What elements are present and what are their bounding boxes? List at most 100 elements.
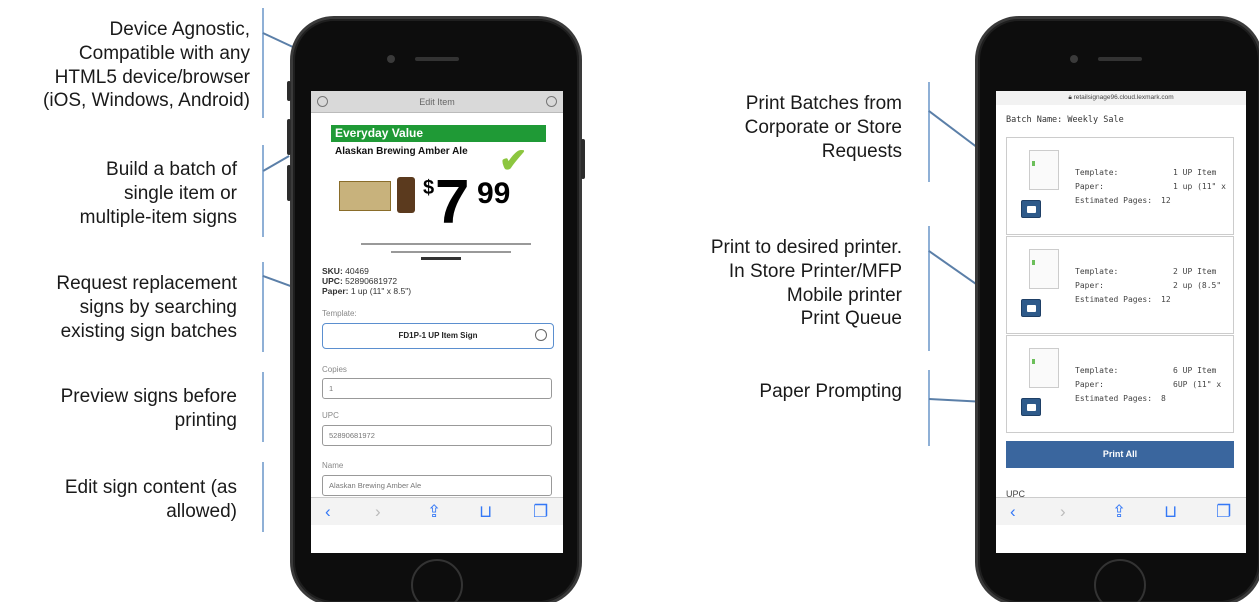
marketing-diagram: Device Agnostic, Compatible with any HTM… xyxy=(0,0,1259,602)
print-icon[interactable] xyxy=(1021,299,1041,317)
volume-down-button xyxy=(287,165,291,201)
copies-label: Copies xyxy=(322,365,347,374)
edit-item-navbar: Edit Item xyxy=(311,91,563,113)
paper-value: 1 up (11" x xyxy=(1173,182,1226,191)
sign-fineprint xyxy=(391,251,511,253)
pages-value: 12 xyxy=(1161,196,1171,205)
volume-up-button xyxy=(287,119,291,155)
leader-line xyxy=(262,155,290,172)
back-icon[interactable]: ‹ xyxy=(325,502,331,522)
tabs-icon[interactable]: ❐ xyxy=(533,502,548,522)
sku-label: SKU: xyxy=(322,266,343,276)
pages-value: 8 xyxy=(1161,394,1166,403)
template-thumbnail xyxy=(1029,150,1059,190)
chevron-down-icon xyxy=(535,329,547,341)
pages-value: 12 xyxy=(1161,295,1171,304)
callout-paper-prompting: Paper Prompting xyxy=(759,381,902,402)
tabs-icon[interactable]: ❐ xyxy=(1216,502,1231,522)
paper-key: Paper: xyxy=(1075,182,1104,191)
template-value: 1 UP Item xyxy=(1173,168,1217,177)
pages-key: Estimated Pages: xyxy=(1075,196,1153,205)
safari-toolbar: ‹ › ⇪ ⊔ ❐ xyxy=(311,497,563,525)
power-button xyxy=(581,139,585,179)
share-icon[interactable]: ⇪ xyxy=(427,502,441,522)
callout-device-agnostic: Device Agnostic, Compatible with any HTM… xyxy=(43,19,250,112)
checkmark-icon: ✔ xyxy=(499,142,528,180)
callout-bracket-8 xyxy=(928,370,930,446)
paper-value: 6UP (11" x xyxy=(1173,380,1222,389)
navbar-title: Edit Item xyxy=(419,97,455,107)
upc-field[interactable]: 52890681972 xyxy=(322,425,552,446)
left-screen: Edit Item Everyday Value Alaskan Brewing… xyxy=(311,91,563,553)
print-icon[interactable] xyxy=(1021,200,1041,218)
print-all-button[interactable]: Print All xyxy=(1006,441,1234,468)
name-field[interactable]: Alaskan Brewing Amber Ale xyxy=(322,475,552,496)
template-thumbnail xyxy=(1029,249,1059,289)
template-thumbnail xyxy=(1029,348,1059,388)
leader-line xyxy=(262,32,295,48)
batch-card: Template: 2 UP Item Paper: 2 up (8.5" Es… xyxy=(1006,236,1234,334)
back-icon[interactable]: ‹ xyxy=(1010,502,1016,522)
beer-bottle-image xyxy=(397,177,415,213)
home-button[interactable] xyxy=(1094,559,1146,602)
sign-barcode xyxy=(421,257,461,260)
forward-icon[interactable]: › xyxy=(1060,502,1066,522)
forward-icon[interactable]: › xyxy=(375,502,381,522)
template-label: Template: xyxy=(322,309,357,318)
sign-preview: Everyday Value Alaskan Brewing Amber Ale… xyxy=(331,125,556,265)
home-button[interactable] xyxy=(411,559,463,602)
share-icon[interactable]: ⇪ xyxy=(1112,502,1126,522)
item-details: SKU: 40469 UPC: 52890681972 Paper: 1 up … xyxy=(322,266,412,296)
callout-build-batch: Build a batch of single item or multiple… xyxy=(79,159,237,228)
sign-fineprint xyxy=(361,243,531,245)
callout-print-to-printer: Print to desired printer. In Store Print… xyxy=(710,237,902,330)
callout-request-replacement: Request replacement signs by searching e… xyxy=(56,273,237,342)
batch-name: Batch Name: Weekly Sale xyxy=(1006,115,1124,125)
bookmarks-icon[interactable]: ⊔ xyxy=(1164,502,1177,522)
template-key: Template: xyxy=(1075,366,1119,375)
callout-bracket-1 xyxy=(262,8,264,118)
url-bar[interactable]: 🔒︎ retailsignage96.cloud.lexmark.com xyxy=(996,91,1246,105)
sign-price-cents: 99 xyxy=(477,177,511,210)
mute-switch xyxy=(287,81,291,101)
back-circle-icon[interactable] xyxy=(317,96,328,107)
close-circle-icon[interactable] xyxy=(546,96,557,107)
speaker-grille xyxy=(415,57,459,61)
left-phone: Edit Item Everyday Value Alaskan Brewing… xyxy=(287,16,585,602)
sign-price-whole: 7 xyxy=(435,168,470,237)
paper-label: Paper: xyxy=(322,285,349,296)
batch-card: Template: 1 UP Item Paper: 1 up (11" x E… xyxy=(1006,137,1234,235)
sign-dollar-sign: $ xyxy=(423,177,435,199)
callout-bracket-4 xyxy=(262,372,264,442)
template-select[interactable]: FD1P-1 UP Item Sign xyxy=(322,323,554,349)
copies-field[interactable]: 1 xyxy=(322,378,552,399)
front-camera-icon xyxy=(387,55,395,63)
callout-bracket-5 xyxy=(262,462,264,532)
callout-bracket-2 xyxy=(262,145,264,237)
bookmarks-icon[interactable]: ⊔ xyxy=(479,502,492,522)
paper-value: 2 up (8.5" xyxy=(1173,281,1222,290)
right-screen: 🔒︎ retailsignage96.cloud.lexmark.com Bat… xyxy=(996,91,1246,553)
name-field-label: Name xyxy=(322,461,344,470)
beer-case-image xyxy=(339,181,391,211)
sign-product-name: Alaskan Brewing Amber Ale xyxy=(335,146,468,157)
leader-line xyxy=(928,110,979,149)
callout-bracket-7 xyxy=(928,226,930,351)
print-icon[interactable] xyxy=(1021,398,1041,416)
upc-field-label: UPC xyxy=(322,411,339,420)
front-camera-icon xyxy=(1070,55,1078,63)
sku-value: 40469 xyxy=(345,266,369,276)
pages-key: Estimated Pages: xyxy=(1075,295,1153,304)
paper-key: Paper: xyxy=(1075,281,1104,290)
template-key: Template: xyxy=(1075,168,1119,177)
url-text: retailsignage96.cloud.lexmark.com xyxy=(1073,94,1174,101)
right-phone: 🔒︎ retailsignage96.cloud.lexmark.com Bat… xyxy=(975,16,1259,602)
pages-key: Estimated Pages: xyxy=(1075,394,1153,403)
template-select-value: FD1P-1 UP Item Sign xyxy=(398,331,478,340)
sign-banner: Everyday Value xyxy=(331,125,546,142)
callout-edit-content: Edit sign content (as allowed) xyxy=(64,477,237,522)
paper-key: Paper: xyxy=(1075,380,1104,389)
paper-value: 1 up (11" x 8.5") xyxy=(350,285,412,296)
template-value: 6 UP Item xyxy=(1173,366,1217,375)
upc-value: 52890681972 xyxy=(345,275,398,286)
